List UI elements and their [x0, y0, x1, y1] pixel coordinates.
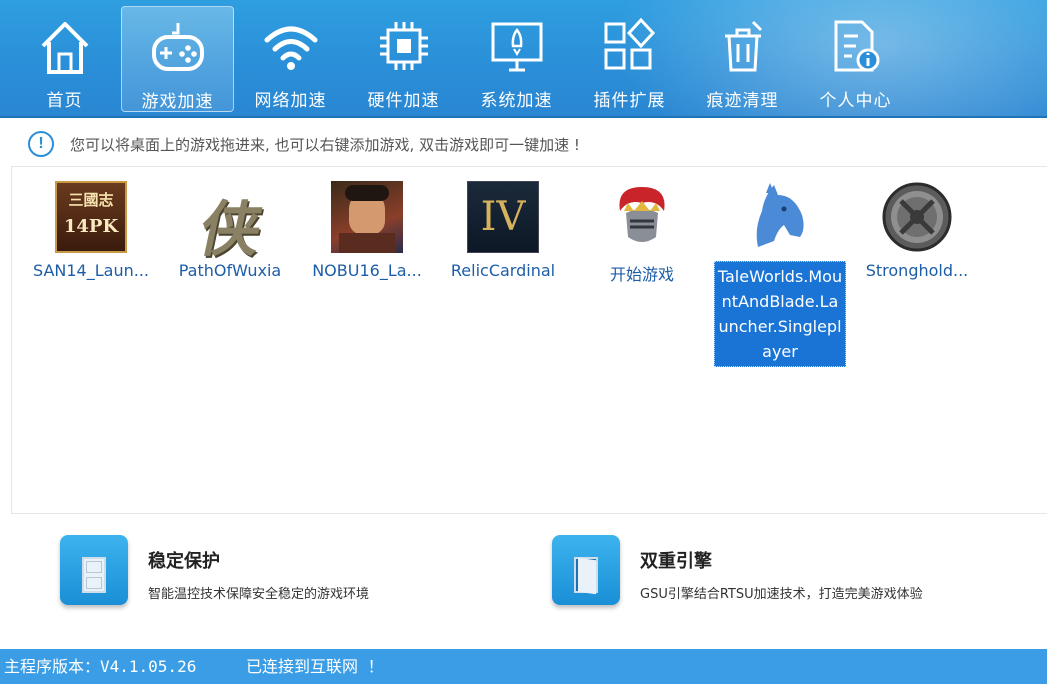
- nav-plugins-label: 插件扩展: [593, 91, 666, 111]
- status-bar: 主程序版本：V4.1.05.26 已连接到互联网 ！: [0, 649, 1047, 684]
- document-info-icon: [834, 20, 879, 72]
- san14-icon-text-top: 三國志: [68, 191, 114, 209]
- top-nav-bar: 首页 游戏加速 网络加速 硬件加速 系统加速 插件扩展 痕迹清理 个人中心: [0, 0, 1047, 118]
- game-label: SAN14_Laun...: [33, 261, 149, 280]
- nav-personal-center[interactable]: 个人中心: [799, 6, 912, 112]
- horse-head-icon: [744, 181, 816, 253]
- game-label: RelicCardinal: [450, 261, 556, 280]
- nav-game-accel[interactable]: 游戏加速: [121, 6, 234, 112]
- nobu16-portrait-icon: [331, 181, 403, 253]
- game-item-san14[interactable]: 三國志 14PK SAN14_Laun...: [21, 181, 161, 280]
- nav-plugins[interactable]: 插件扩展: [573, 6, 686, 112]
- game-item-nobu16[interactable]: NOBU16_La...: [297, 181, 437, 280]
- home-icon: [41, 22, 88, 74]
- plugin-icon: [604, 17, 655, 70]
- san14-pk-icon: 三國志 14PK: [55, 181, 127, 253]
- stronghold-shield-icon: [881, 181, 953, 253]
- nav-network-accel[interactable]: 网络加速: [234, 6, 347, 112]
- game-item-mount-and-blade[interactable]: TaleWorlds.MountAndBlade.Launcher.Single…: [710, 181, 850, 367]
- game-label: NOBU16_La...: [312, 261, 422, 280]
- game-label: TaleWorlds.MountAndBlade.Launcher.Single…: [714, 261, 846, 367]
- version-text: 主程序版本：V4.1.05.26: [4, 657, 197, 676]
- nav-personal-center-label: 个人中心: [819, 91, 892, 111]
- game-item-stronghold[interactable]: Stronghold...: [847, 181, 987, 280]
- feature-description: GSU引擎结合RTSU加速技术，打造完美游戏体验: [640, 587, 923, 602]
- knight-helmet-icon: [606, 181, 678, 253]
- feature-description: 智能温控技术保障安全稳定的游戏环境: [148, 587, 370, 602]
- path-of-wuxia-icon-glyph: 侠: [193, 195, 269, 265]
- hint-bar: ! 您可以将桌面上的游戏拖进来, 也可以右键添加游戏, 双击游戏即可一键加速 !: [28, 130, 580, 158]
- relic-cardinal-icon: IV: [467, 181, 539, 253]
- game-item-start-game[interactable]: 开始游戏: [572, 181, 712, 285]
- monitor-rocket-icon: [491, 22, 542, 72]
- feature-title: 双重引擎: [640, 551, 712, 572]
- nav-hardware-accel-label: 硬件加速: [367, 91, 440, 111]
- feature-dual-engine: 双重引擎 GSU引擎结合RTSU加速技术，打造完美游戏体验: [552, 535, 923, 605]
- door-open-icon: [552, 535, 620, 605]
- hint-text: 您可以将桌面上的游戏拖进来, 也可以右键添加游戏, 双击游戏即可一键加速 !: [70, 135, 580, 154]
- connection-status: 已连接到互联网 ！: [245, 657, 384, 676]
- nav-home-label: 首页: [46, 91, 83, 111]
- game-label: Stronghold...: [865, 261, 969, 280]
- nav-system-accel[interactable]: 系统加速: [460, 6, 573, 112]
- nav-trace-cleanup[interactable]: 痕迹清理: [686, 6, 799, 112]
- gamepad-icon: [151, 23, 204, 71]
- knight-helmet-svg: [619, 187, 665, 242]
- path-of-wuxia-icon: 侠: [193, 181, 268, 265]
- door-icon: [60, 535, 128, 605]
- san14-icon-text-bottom: 14PK: [63, 216, 119, 237]
- trash-icon: [724, 20, 762, 72]
- chip-icon: [379, 22, 428, 70]
- wifi-icon: [264, 26, 317, 70]
- stronghold-shield-svg: [882, 182, 952, 252]
- main-nav: 首页 游戏加速 网络加速 硬件加速 系统加速 插件扩展 痕迹清理 个人中心: [8, 6, 912, 112]
- game-item-path-of-wuxia[interactable]: 侠 PathOfWuxia: [160, 181, 300, 280]
- game-label: 开始游戏: [609, 265, 674, 284]
- exclamation-circle-icon: !: [28, 131, 54, 157]
- nav-game-accel-label: 游戏加速: [141, 92, 214, 112]
- nav-hardware-accel[interactable]: 硬件加速: [347, 6, 460, 112]
- nav-network-accel-label: 网络加速: [254, 91, 327, 111]
- feature-title: 稳定保护: [148, 551, 220, 572]
- nav-system-accel-label: 系统加速: [480, 91, 553, 111]
- feature-stable-protection: 稳定保护 智能温控技术保障安全稳定的游戏环境: [60, 535, 369, 605]
- nav-home[interactable]: 首页: [8, 6, 121, 112]
- horse-head-svg: [756, 183, 804, 247]
- game-item-relic-cardinal[interactable]: IV RelicCardinal: [433, 181, 573, 280]
- game-list-panel[interactable]: 三國志 14PK SAN14_Laun... 侠 PathOfWuxia NOB…: [11, 166, 1047, 514]
- nav-trace-cleanup-label: 痕迹清理: [706, 91, 779, 111]
- relic-cardinal-icon-text: IV: [480, 194, 526, 240]
